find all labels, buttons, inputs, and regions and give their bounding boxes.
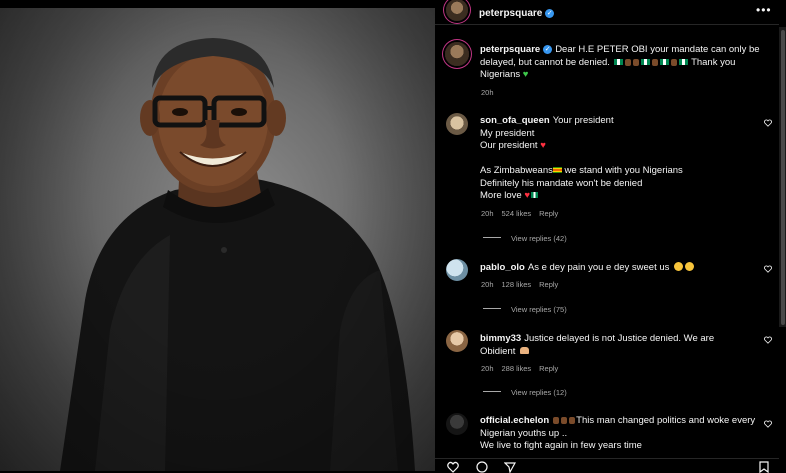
photo-vignette — [0, 0, 435, 471]
comment-username[interactable]: official.echelon — [480, 415, 549, 426]
comment-username[interactable]: son_ofa_queen — [480, 115, 550, 126]
commenter-avatar[interactable] — [446, 413, 468, 435]
comment-item: son_ofa_queen Your president My president… — [480, 115, 760, 203]
author-username[interactable]: peterpsquare — [479, 8, 542, 19]
comment-line: More love — [480, 190, 522, 201]
comment-item: official.echelon This man changed politic… — [480, 415, 765, 455]
view-replies-button[interactable]: View replies (42) — [483, 234, 567, 243]
nigeria-flag-icon — [640, 58, 650, 65]
caption-avatar[interactable] — [445, 42, 469, 66]
flag-icon — [531, 192, 538, 198]
post-caption: peterpsquare ✓ Dear H.E PETER OBI your man… — [480, 44, 765, 82]
comment-icon[interactable] — [476, 461, 488, 473]
comment-line: Your president — [552, 115, 614, 126]
comment-line: Definitely his mandate won't be denied — [480, 177, 643, 189]
like-icon[interactable] — [447, 461, 459, 473]
replies-line — [483, 237, 501, 238]
photo-top-edge — [0, 0, 435, 8]
zimbabwe-flag-icon — [552, 167, 562, 173]
comment-username[interactable]: pablo_olo — [480, 262, 525, 273]
commenter-avatar[interactable] — [446, 330, 468, 352]
comment-meta: 20h 524 likes Reply — [481, 209, 566, 218]
caption-time: 20h — [481, 88, 494, 97]
nigeria-flag-icon — [678, 58, 688, 65]
verified-icon: ✓ — [543, 45, 553, 54]
red-heart-icon: ♥ — [524, 190, 530, 201]
header-author[interactable]: peterpsquare ✓ — [479, 3, 555, 21]
more-options-icon[interactable]: ••• — [756, 3, 772, 17]
comment-time: 20h — [481, 209, 494, 218]
view-replies-label[interactable]: View replies (75) — [511, 305, 567, 314]
fist-icon — [651, 58, 658, 66]
red-heart-icon: ♥ — [540, 140, 546, 151]
comment-line: As Zimbabweans — [480, 165, 553, 176]
author-avatar[interactable] — [446, 0, 468, 21]
nigeria-flag-icon — [659, 58, 669, 65]
comment-likes[interactable]: 128 likes — [502, 280, 532, 289]
like-comment-heart-icon[interactable] — [764, 265, 772, 273]
post-photo — [0, 0, 435, 471]
comment-line: Our president — [480, 140, 538, 151]
comment-text: As e dey pain you e dey sweet us — [527, 262, 670, 273]
comment-item: pablo_olo As e dey pain you e dey sweet u… — [480, 262, 760, 275]
view-replies-label[interactable]: View replies (12) — [511, 388, 567, 397]
like-comment-heart-icon[interactable] — [764, 336, 772, 344]
comment-line: My president — [480, 127, 535, 139]
like-comment-heart-icon[interactable] — [764, 119, 772, 127]
share-icon[interactable] — [504, 461, 516, 473]
comment-time: 20h — [481, 280, 494, 289]
comment-likes[interactable]: 524 likes — [502, 209, 532, 218]
view-replies-button[interactable]: View replies (12) — [483, 388, 567, 397]
caption-username[interactable]: peterpsquare — [480, 44, 540, 55]
crying-face-icon — [674, 262, 684, 271]
commenter-avatar[interactable] — [446, 113, 468, 135]
fist-icon — [561, 417, 568, 424]
save-icon[interactable] — [758, 461, 770, 473]
like-comment-heart-icon[interactable] — [764, 420, 772, 428]
comment-line: we stand with you Nigerians — [564, 165, 683, 176]
flexed-biceps-icon — [520, 346, 530, 354]
replies-line — [483, 391, 501, 392]
replies-line — [483, 308, 501, 309]
laughing-face-icon — [685, 262, 695, 271]
scrollbar-thumb[interactable] — [781, 30, 785, 325]
nigeria-flag-icon — [613, 58, 623, 65]
comment-text-2: We live to fight again in few years time — [480, 440, 642, 451]
fist-icon — [632, 58, 639, 66]
fist-icon — [670, 58, 677, 66]
fist-icon — [569, 417, 576, 424]
comment-meta: 20h 128 likes Reply — [481, 280, 566, 289]
commenter-avatar[interactable] — [446, 259, 468, 281]
reply-button[interactable]: Reply — [539, 364, 558, 373]
reply-button[interactable]: Reply — [539, 209, 558, 218]
comment-meta: 20h 288 likes Reply — [481, 364, 566, 373]
view-replies-button[interactable]: View replies (75) — [483, 305, 567, 314]
caption-meta: 20h — [481, 88, 502, 97]
view-replies-label[interactable]: View replies (42) — [511, 234, 567, 243]
fist-icon — [553, 417, 560, 424]
comment-item: bimmy33 Justice delayed is not Justice de… — [480, 333, 735, 358]
fist-icon — [624, 58, 631, 66]
reply-button[interactable]: Reply — [539, 280, 558, 289]
comment-username[interactable]: bimmy33 — [480, 333, 521, 344]
green-heart-icon: ♥ — [522, 69, 529, 80]
comment-time: 20h — [481, 364, 494, 373]
comment-likes[interactable]: 288 likes — [502, 364, 532, 373]
verified-icon: ✓ — [545, 9, 555, 18]
